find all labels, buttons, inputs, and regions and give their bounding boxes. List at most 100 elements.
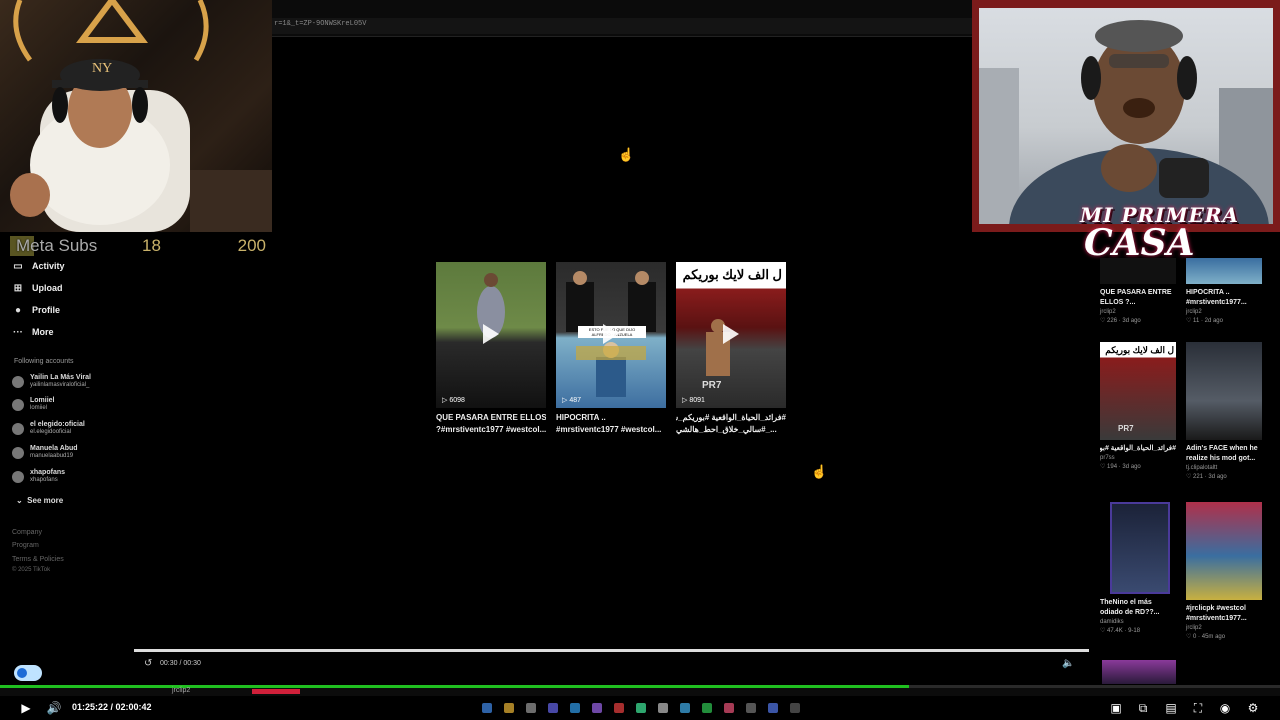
taskbar-app-icon[interactable] — [768, 703, 778, 713]
account-handle: el.elegidooficial — [30, 429, 72, 435]
sub-goal-bar: Meta Subs 18 200 — [10, 236, 272, 256]
svg-text:NY: NY — [92, 61, 112, 76]
related-video-card[interactable]: ل الف لايك بوريكم PR7 #فرائد_الحياة_الوا… — [1100, 342, 1176, 472]
theatre-mode-icon[interactable]: ▤ — [1162, 700, 1180, 716]
play-button[interactable]: ▶ — [17, 700, 35, 716]
related-thumbnail[interactable] — [1186, 502, 1262, 600]
avatar — [12, 422, 24, 435]
video-thumbnail[interactable]: ل الف لايك بوريكم PR7 ▷ 8091 — [676, 262, 786, 408]
account-item[interactable]: Yailin La Más Viral yailinlamasviralofici… — [12, 374, 91, 389]
webcam-left-scene: NY — [10, 0, 272, 232]
toggle-switch[interactable] — [14, 665, 42, 681]
account-item[interactable]: xhapofans xhapofans — [12, 469, 65, 484]
following-heading: Following accounts — [14, 358, 74, 365]
sidebar-item-upload[interactable]: ⊞ Upload — [12, 279, 63, 297]
thumbnail-tag: PR7 — [1118, 424, 1134, 433]
sub-goal-label: Meta Subs — [16, 236, 98, 255]
sidebar-item-activity[interactable]: ▭ Activity — [12, 257, 64, 275]
related-thumbnail[interactable]: ل الف لايك بوريكم PR7 — [1100, 342, 1176, 440]
related-meta: ♡ 194 · 3d ago — [1100, 464, 1141, 470]
mouse-cursor-icon: ☝ — [811, 464, 828, 479]
taskbar-app-icon[interactable] — [548, 703, 558, 713]
related-video-card[interactable]: TheNino el más odiado de RD??... damidik… — [1100, 502, 1176, 636]
taskbar-app-icon[interactable] — [482, 703, 492, 713]
related-meta: ♡ 11 · 2d ago — [1186, 318, 1223, 324]
sidebar-item-more[interactable]: ··· More — [12, 323, 54, 341]
footer-link-company[interactable]: Company — [12, 529, 42, 536]
sidebar-item-label: More — [32, 327, 54, 337]
related-thumbnail-partial[interactable] — [1102, 660, 1176, 684]
avatar — [12, 446, 24, 459]
taskbar-app-icon[interactable] — [504, 703, 514, 713]
related-video-card[interactable]: #jrclicpk #westcol #mrstiventc1977... jr… — [1186, 502, 1262, 642]
taskbar-app-icon[interactable] — [636, 703, 646, 713]
sidebar-item-label: Profile — [32, 305, 61, 315]
taskbar-app-icon[interactable] — [526, 703, 536, 713]
play-icon — [723, 324, 739, 344]
taskbar-app-icon[interactable] — [746, 703, 756, 713]
replay-icon[interactable]: ↺ — [144, 658, 152, 669]
view-count: ▷ 487 — [562, 397, 582, 404]
related-user: tj.clipalotaltt — [1186, 465, 1218, 471]
video-thumbnail[interactable]: ▷ 6098 — [436, 262, 546, 408]
video-card[interactable]: ل الف لايك بوريكم PR7 ▷ 8091 #فرائد_الحي… — [676, 262, 786, 436]
fullscreen-icon[interactable]: ⛶ — [1189, 700, 1207, 716]
taskbar-app-icon[interactable] — [790, 703, 800, 713]
video-card[interactable]: ESTO FUE LO QUE DIJO ALFREDO · ANZUELA ▷… — [556, 262, 666, 436]
related-thumbnail[interactable] — [1186, 258, 1262, 284]
video-caption: QUE PASARA ENTRE ELLOS — [436, 413, 546, 422]
related-thumbnail[interactable] — [1100, 258, 1176, 284]
inner-video-progress[interactable] — [134, 649, 1089, 652]
related-thumbnail[interactable] — [1110, 502, 1170, 594]
video-caption: #فرائد_الحياة_الواقعية #بوريكم_ستيك — [676, 413, 786, 422]
related-caption: QUE PASARA ENTRE ELLOS ?... — [1100, 289, 1172, 306]
gear-icon[interactable]: ⚙ — [1244, 700, 1262, 716]
related-video-card[interactable]: HIPOCRITA .. #mrstiventc1977... jrclip2 … — [1186, 258, 1262, 326]
related-meta: ♡ 226 · 3d ago — [1100, 318, 1141, 324]
see-more-button[interactable]: ⌄ See more — [16, 496, 63, 505]
clip-icon[interactable]: ⧉ — [1134, 700, 1152, 716]
related-video-card[interactable]: Adin's FACE when he realize his mod got.… — [1186, 342, 1262, 482]
related-thumbnail[interactable] — [1186, 342, 1262, 440]
address-text[interactable]: r=1&_t=ZP-9ONWSKreL05V — [274, 20, 366, 28]
mouse-cursor-icon: ☝ — [618, 147, 635, 162]
speed-icon[interactable]: ◉ — [1216, 700, 1234, 716]
account-item[interactable]: Lomiiel lomiiel — [12, 397, 55, 412]
taskbar-app-icon[interactable] — [592, 703, 602, 713]
inner-volume-icon[interactable]: 🔈 — [1062, 658, 1074, 669]
account-handle: manuelaabud19 — [30, 453, 74, 459]
chapter-marker[interactable] — [252, 689, 300, 694]
account-name: xhapofans — [30, 469, 66, 476]
related-caption: #فرائد_الحياة_الواقعية #بوريكم_ستيك — [1100, 445, 1176, 452]
footer-copyright: © 2025 TikTok — [12, 567, 51, 573]
avatar — [12, 470, 24, 483]
taskbar-app-icon[interactable] — [570, 703, 580, 713]
miniplayer-icon[interactable]: ▣ — [1107, 700, 1125, 716]
related-caption: TheNino el más odiado de RD??... — [1100, 599, 1160, 616]
taskbar-app-icon[interactable] — [724, 703, 734, 713]
inner-video-time: 00:30 / 00:30 — [160, 660, 201, 667]
footer-link-program[interactable]: Program — [12, 542, 39, 549]
video-card[interactable]: ▷ 6098 QUE PASARA ENTRE ELLOS ?#mrstiven… — [436, 262, 546, 436]
taskbar-app-icon[interactable] — [680, 703, 690, 713]
related-meta: ♡ 0 · 45m ago — [1186, 634, 1226, 640]
related-user: damidiks — [1100, 619, 1124, 625]
account-handle: lomiiel — [30, 405, 48, 411]
volume-icon[interactable]: 🔊 — [45, 700, 63, 716]
account-item[interactable]: Manuela Abud manuelaabud19 — [12, 445, 78, 460]
taskbar-app-icon[interactable] — [658, 703, 668, 713]
account-item[interactable]: el elegido:oficial el.elegidooficial — [12, 421, 85, 436]
overlay-title: MI PRIMERA CASA — [1080, 205, 1239, 261]
sub-goal-current: 18 — [142, 236, 161, 255]
related-video-card[interactable]: QUE PASARA ENTRE ELLOS ?... jrclip2 ♡ 22… — [1100, 258, 1176, 326]
taskbar-app-icon[interactable] — [614, 703, 624, 713]
footer-link-terms[interactable]: Terms & Policies — [12, 556, 64, 563]
related-caption: Adin's FACE when he realize his mod got.… — [1186, 445, 1258, 462]
sidebar-item-profile[interactable]: ● Profile — [12, 301, 60, 319]
account-handle: xhapofans — [30, 477, 58, 483]
address-strip[interactable] — [272, 18, 972, 34]
taskbar-app-icon[interactable] — [702, 703, 712, 713]
video-thumbnail[interactable]: ESTO FUE LO QUE DIJO ALFREDO · ANZUELA ▷… — [556, 262, 666, 408]
view-count: ▷ 6098 — [442, 397, 465, 404]
streamer-webcam-left: NY — [0, 0, 272, 232]
